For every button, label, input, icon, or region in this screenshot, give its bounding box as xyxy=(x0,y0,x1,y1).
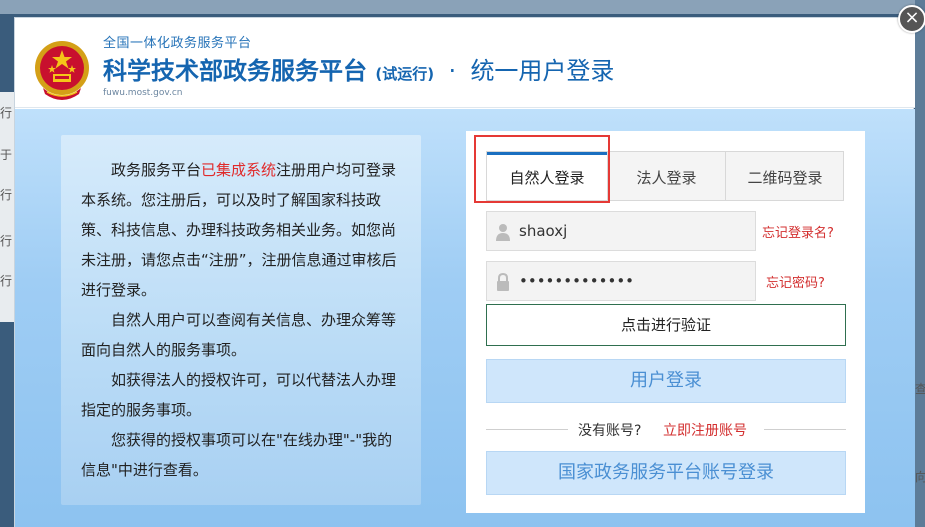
info-paragraph-4: 您获得的授权事项可以在"在线办理"-"我的信息"中进行查看。 xyxy=(81,431,393,479)
no-account-text: 没有账号? xyxy=(578,423,642,439)
info-paragraph-3: 如获得法人的授权许可，可以代替法人办理指定的服务事项。 xyxy=(81,371,397,419)
backdrop-left-text: 于 xyxy=(0,148,13,162)
backdrop-top-strip xyxy=(0,0,925,14)
login-panel: 自然人登录 法人登录 二维码登录 忘记登录名? xyxy=(466,131,865,513)
password-field xyxy=(486,261,756,301)
login-tabs: 自然人登录 法人登录 二维码登录 xyxy=(486,151,844,201)
tab-legal-person[interactable]: 法人登录 xyxy=(608,152,725,200)
register-link[interactable]: 立即注册账号 xyxy=(663,420,747,440)
lock-icon xyxy=(497,273,509,291)
backdrop-left-text: 行 xyxy=(0,106,13,120)
divider-line xyxy=(486,429,568,430)
modal-header: 全国一体化政务服务平台 科学技术部政务服务平台 (试运行) · 统一用户登录 f… xyxy=(15,18,915,108)
password-input[interactable] xyxy=(519,262,749,300)
login-modal: 全国一体化政务服务平台 科学技术部政务服务平台 (试运行) · 统一用户登录 f… xyxy=(14,17,915,527)
backdrop-left-text: 行 xyxy=(0,188,13,202)
page-title: 科学技术部政务服务平台 (试运行) · 统一用户登录 xyxy=(103,51,614,86)
info-panel: 政务服务平台已集成系统注册用户均可登录本系统。您注册后，可以及时了解国家科技政策… xyxy=(61,135,421,505)
forgot-username-link[interactable]: 忘记登录名? xyxy=(762,222,834,241)
divider-line xyxy=(764,429,846,430)
platform-title: 科学技术部政务服务平台 xyxy=(103,57,367,85)
tab-natural-person[interactable]: 自然人登录 xyxy=(487,152,607,200)
backdrop-right-text: 查 xyxy=(915,382,925,396)
user-icon xyxy=(496,224,510,241)
modal-body: 政务服务平台已集成系统注册用户均可登录本系统。您注册后，可以及时了解国家科技政策… xyxy=(15,109,915,527)
forgot-password-link[interactable]: 忘记密码? xyxy=(766,272,825,291)
site-domain: fuwu.most.gov.cn xyxy=(103,88,183,98)
info-text: 注册用户均可登录本系统。您注册后，可以及时了解国家科技政策、科技信息、办理科技政… xyxy=(81,161,397,299)
register-row: 没有账号? 立即注册账号 xyxy=(486,416,846,444)
info-paragraph-1: 政务服务平台已集成系统注册用户均可登录本系统。您注册后，可以及时了解国家科技政策… xyxy=(81,155,401,305)
info-paragraph-2: 自然人用户可以查阅有关信息、办理众筹等面向自然人的服务事项。 xyxy=(81,311,397,359)
close-button[interactable]: × xyxy=(898,5,925,33)
info-text: 政务服务平台 xyxy=(111,161,202,179)
backdrop-left-text: 行 xyxy=(0,274,13,288)
national-platform-login-button[interactable]: 国家政务服务平台账号登录 xyxy=(486,451,846,495)
username-input[interactable] xyxy=(519,212,749,250)
platform-subtitle: 全国一体化政务服务平台 xyxy=(103,36,252,51)
national-emblem-icon xyxy=(35,41,89,100)
backdrop-right-strip xyxy=(915,0,925,527)
backdrop-right-text: 向 xyxy=(915,470,925,484)
user-login-button[interactable]: 用户登录 xyxy=(486,359,846,403)
info-highlight: 已集成系统 xyxy=(201,161,277,179)
backdrop-left-text: 行 xyxy=(0,234,13,248)
tab-qr-code[interactable]: 二维码登录 xyxy=(726,152,844,200)
username-field xyxy=(486,211,756,251)
trial-label: (试运行) xyxy=(375,65,435,83)
title-separator: · xyxy=(448,57,457,85)
unified-login-title: 统一用户登录 xyxy=(470,57,615,85)
verify-button[interactable]: 点击进行验证 xyxy=(486,304,846,346)
